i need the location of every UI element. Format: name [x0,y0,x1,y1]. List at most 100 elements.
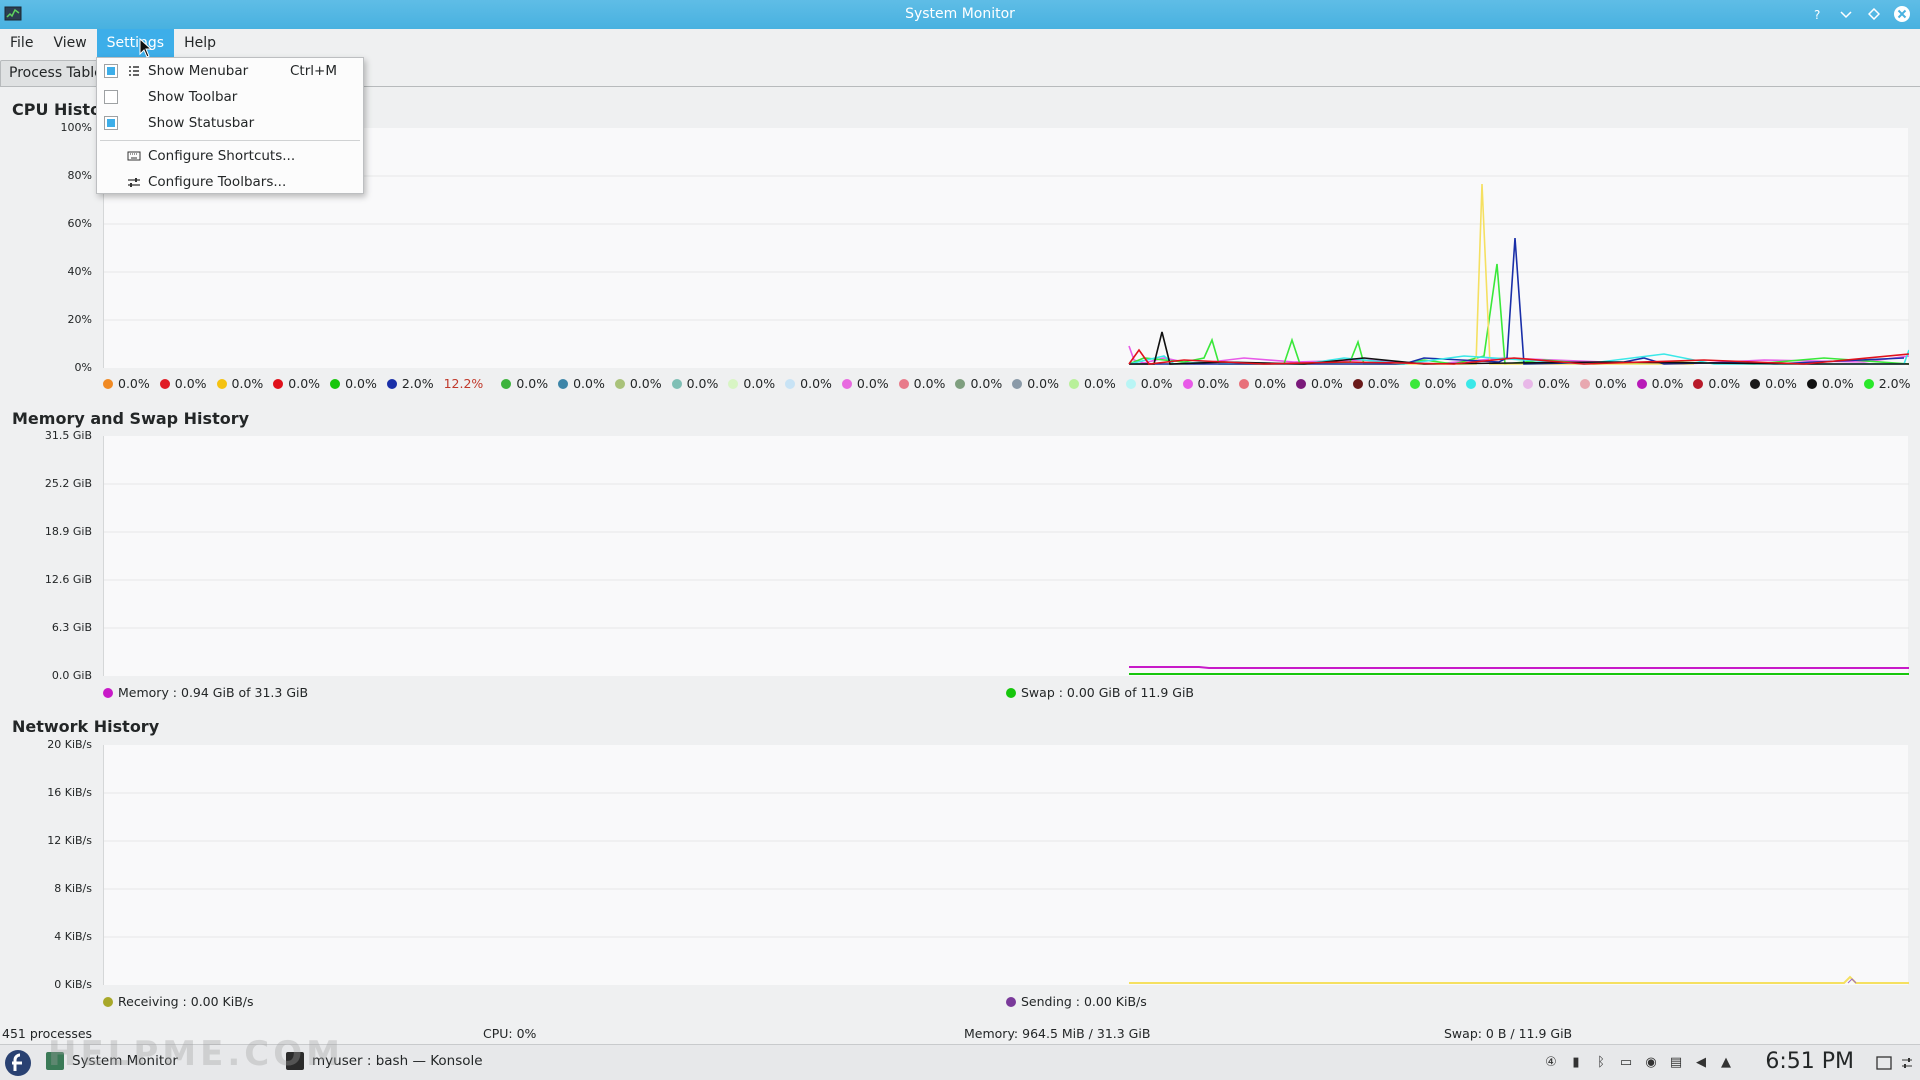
cpu-color-dot [159,378,170,389]
show-toolbar-checkbox[interactable] [104,90,118,104]
cpu-legend-item: 0.0% [1523,376,1570,391]
show-menubar-item[interactable]: Show Menubar Ctrl+M [97,58,363,84]
updates-icon[interactable]: ◉ [1643,1055,1659,1071]
cpu-legend-item: 0.0% [841,376,889,391]
memory-history-title: Memory and Swap History [12,409,250,428]
cpu-legend-value: 0.0% [686,376,719,391]
cpu-legend-item: 0.0% [330,376,377,391]
cpu-legend-value: 0.0% [1083,376,1116,391]
minimize-button[interactable] [1836,4,1856,24]
chevron-up-icon[interactable]: ▲ [1718,1055,1734,1071]
show-toolbar-item[interactable]: Show Toolbar [97,84,363,110]
menu-file[interactable]: File [0,29,43,57]
cpu-legend-value: 0.0% [743,376,776,391]
cpu-legend-value: 0.0% [1424,376,1457,391]
watermark: HELPME.COM [48,1034,344,1074]
menu-separator [100,140,360,141]
cpu-legend-value: 2.0% [1878,376,1911,391]
memory-color-dot [103,687,113,698]
cpu-color-dot [330,378,341,389]
cpu-legend-item: 0.0% [1352,376,1400,391]
close-button[interactable] [1892,4,1912,24]
cpu-legend: 0.0% 0.0% 0.0% 0.0% 0.0% 2.0% 12.2% 0.0% 0.0% 0.0… [103,376,1920,391]
clock[interactable]: 6:51 PM [1765,1049,1854,1074]
cpu-legend-value: 0.0% [1140,376,1173,391]
menubar: File View Settings Help [0,29,1920,57]
status-cpu: CPU: 0% [483,1026,537,1041]
cpu-legend-item: 0.0% [898,376,945,391]
cpu-legend-item: 0.0% [1750,376,1797,391]
show-statusbar-item[interactable]: Show Statusbar [97,110,363,136]
panel-settings-icon[interactable] [1900,1056,1914,1070]
cpu-legend-value: 0.0% [1538,376,1570,391]
cpu-color-dot [1750,378,1761,389]
keyboard-icon [127,151,141,161]
cpu-legend-item: 0.0% [1296,376,1343,391]
workspace-icon[interactable]: ④ [1543,1055,1559,1071]
cpu-legend-item: 0.0% [1125,376,1173,391]
help-button[interactable]: ? [1808,4,1828,24]
svg-text:?: ? [1814,8,1820,20]
cpu-color-dot [1466,378,1477,389]
clipboard-icon[interactable]: ▤ [1668,1055,1684,1071]
network-ylabel: 12 KiB/s [47,834,92,847]
cpu-line-2 [1128,263,1910,365]
sending-legend: Sending : 0.00 KiB/s [1006,994,1147,1009]
cpu-legend-value: 0.0% [174,376,207,391]
cpu-legend-item: 0.0% [1068,376,1116,391]
show-desktop-icon[interactable] [1876,1056,1892,1070]
cpu-legend-item: 12.2% [444,376,484,391]
cpu-color-dot [1012,378,1023,389]
tab-process-table[interactable]: Process Table [0,60,112,86]
configure-shortcuts-item[interactable]: Configure Shortcuts... [97,143,363,169]
cpu-color-dot [103,378,113,389]
cpu-legend-value: 2.0% [401,376,434,391]
cpu-legend-item: 0.0% [216,376,264,391]
cpu-legend-item: 0.0% [1409,376,1457,391]
memory-ylabel: 0.0 GiB [51,669,92,682]
cpu-legend-item: 2.0% [1863,376,1911,391]
cpu-legend-item: 0.0% [501,376,548,391]
configure-toolbars-item[interactable]: Configure Toolbars... [97,169,363,195]
cpu-ylabel: 0% [74,361,92,374]
network-ylabel: 4 KiB/s [54,930,92,943]
cpu-color-dot [1636,378,1647,389]
show-statusbar-checkbox[interactable] [104,116,118,130]
memory-line [1129,666,1909,669]
volume-icon[interactable]: ◀ [1693,1055,1709,1071]
cpu-color-dot [1409,378,1420,389]
system-tray: ④ ▮ ᛒ ▭ ◉ ▤ ◀ ▲ [1543,1055,1734,1071]
menu-view[interactable]: View [43,29,96,57]
mouse-cursor-icon [139,38,153,58]
cpu-legend-value: 0.0% [516,376,549,391]
cpu-legend-value: 0.0% [1367,376,1400,391]
cpu-legend-value: 0.0% [1708,376,1741,391]
menu-settings[interactable]: Settings [96,29,175,57]
cpu-legend-value: 0.0% [231,376,264,391]
cpu-color-dot [1579,378,1590,389]
cpu-legend-value: 0.0% [1821,376,1854,391]
fedora-launcher-icon[interactable] [4,1049,32,1077]
maximize-button[interactable] [1864,4,1884,24]
show-statusbar-label: Show Statusbar [148,115,255,131]
cpu-color-dot [614,378,625,389]
status-memory: Memory: 964.5 MiB / 31.3 GiB [964,1026,1151,1041]
configure-toolbars-label: Configure Toolbars... [148,174,287,190]
cpu-legend-value: 0.0% [573,376,605,391]
menubar-icon [129,66,139,76]
bluetooth-icon[interactable]: ᛒ [1593,1055,1609,1071]
cpu-color-dot [273,378,284,389]
cpu-color-dot [1806,378,1817,389]
cpu-legend-item: 0.0% [1466,376,1513,391]
display-icon[interactable]: ▭ [1618,1055,1634,1071]
usb-icon[interactable]: ▮ [1568,1055,1584,1071]
cpu-legend-item: 0.0% [1239,376,1286,391]
menu-help[interactable]: Help [174,29,226,57]
cpu-color-dot [841,378,852,389]
cpu-legend-value: 0.0% [970,376,1003,391]
show-menubar-checkbox[interactable] [104,64,118,78]
show-menubar-shortcut: Ctrl+M [290,63,337,79]
receiving-legend-label: Receiving : 0.00 KiB/s [118,994,254,1009]
cpu-color-dot [671,378,682,389]
cpu-legend-item: 0.0% [955,376,1002,391]
